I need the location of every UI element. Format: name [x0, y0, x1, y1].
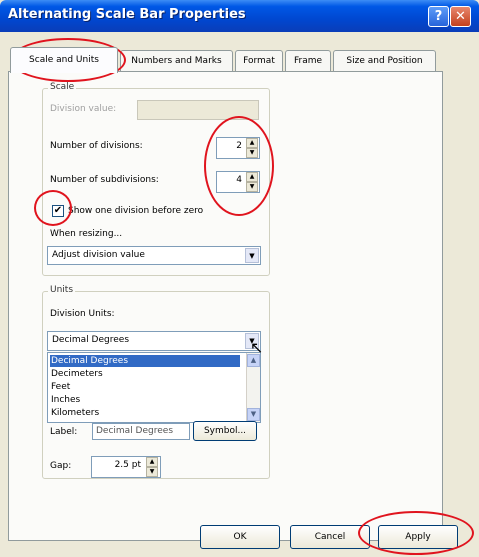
division-units-value[interactable]: Decimal Degrees: [52, 335, 129, 345]
list-item-decimal-degrees[interactable]: Decimal Degrees: [50, 355, 240, 367]
label-field-label: Label:: [50, 427, 78, 437]
gap-up-icon[interactable]: ▲: [146, 457, 158, 467]
ok-button[interactable]: OK: [200, 525, 280, 549]
annotation-circle-checkbox: [34, 190, 72, 226]
window-title: Alternating Scale Bar Properties: [8, 7, 246, 22]
tab-size-and-position[interactable]: Size and Position: [333, 50, 436, 72]
units-group-label: Units: [48, 285, 76, 295]
show-one-division-label[interactable]: Show one division before zero: [68, 206, 203, 216]
gap-down-icon[interactable]: ▼: [146, 467, 158, 477]
mouse-pointer-icon: ↖: [250, 338, 264, 357]
division-units-dropdown-list[interactable]: Decimal Degrees Decimeters Feet Inches K…: [47, 352, 261, 423]
properties-dialog: Alternating Scale Bar Properties ? ✕ Sca…: [0, 0, 479, 557]
when-resizing-label: When resizing...: [50, 229, 123, 239]
when-resizing-value[interactable]: Adjust division value: [52, 250, 145, 260]
num-divisions-label: Number of divisions:: [50, 141, 143, 151]
gap-value[interactable]: 2.5 pt: [93, 460, 141, 470]
scroll-down-icon[interactable]: ▼: [247, 408, 260, 421]
gap-label: Gap:: [50, 461, 72, 471]
list-item-feet[interactable]: Feet: [50, 381, 240, 393]
tab-format[interactable]: Format: [235, 50, 283, 72]
tab-scale-and-units[interactable]: Scale and Units: [10, 47, 118, 73]
annotation-circle-apply: [358, 511, 474, 555]
division-value-label: Division value:: [50, 104, 117, 114]
scale-group-label: Scale: [48, 82, 77, 92]
list-item-inches[interactable]: Inches: [50, 394, 240, 406]
list-item-kilometers[interactable]: Kilometers: [50, 407, 240, 419]
label-style-value[interactable]: Decimal Degrees: [96, 426, 173, 436]
tab-frame[interactable]: Frame: [285, 50, 331, 72]
num-subdivisions-label: Number of subdivisions:: [50, 175, 159, 185]
help-icon[interactable]: ?: [428, 6, 449, 27]
chevron-down-icon[interactable]: ▼: [245, 248, 259, 263]
annotation-circle-divisions: [204, 116, 274, 216]
symbol-button[interactable]: Symbol...: [193, 421, 257, 441]
division-units-label: Division Units:: [50, 309, 115, 319]
tab-numbers-and-marks[interactable]: Numbers and Marks: [120, 50, 233, 72]
list-item-decimeters[interactable]: Decimeters: [50, 368, 240, 380]
close-icon[interactable]: ✕: [450, 6, 471, 27]
